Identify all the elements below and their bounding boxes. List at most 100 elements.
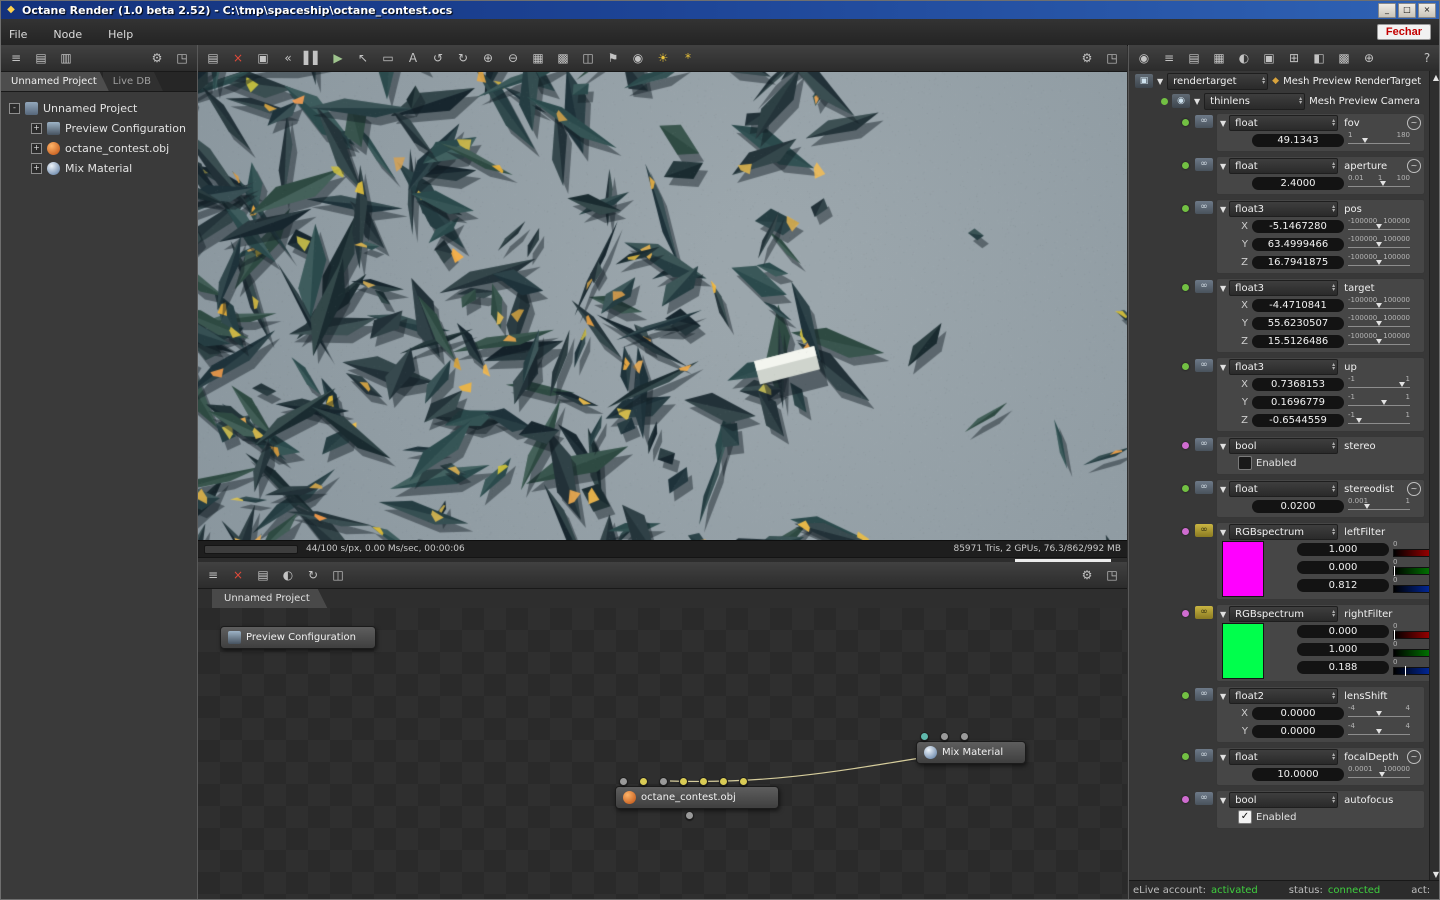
node-input-pin[interactable] [639,777,648,786]
spark-icon[interactable]: * [679,49,697,67]
preview-icon[interactable]: ◉ [1135,49,1153,67]
zoom-in-icon[interactable]: ⊕ [479,49,497,67]
slider-thumb-icon[interactable] [1376,303,1382,308]
image-icon[interactable]: ▣ [1260,49,1278,67]
link-icon[interactable]: ∞ [1195,688,1213,701]
animation-curve-icon[interactable]: ~ [1407,482,1421,496]
outline-icon[interactable]: ≡ [1160,49,1178,67]
slider-thumb-icon[interactable] [1398,382,1405,387]
link-icon[interactable]: ∞ [1195,792,1213,805]
graph-wrench-icon[interactable]: ⚙ [1078,566,1096,584]
pos-value-x[interactable]: -5.1467280 [1252,219,1344,233]
leftFilter-channel-slider-1[interactable]: 01 [1393,559,1430,576]
spinner-icon[interactable]: ▴ ▾ [1258,76,1265,86]
spinner-icon[interactable]: ▴ ▾ [1328,204,1335,214]
graph-tab[interactable]: Unnamed Project [212,589,328,609]
menu-file[interactable]: File [9,28,27,41]
aperture-value[interactable]: 2.4000 [1252,176,1344,190]
stereo-type-select[interactable]: bool ▴ ▾ [1229,438,1339,454]
leftFilter-channel-slider-2[interactable]: 01 [1393,577,1430,593]
link-icon[interactable]: ∞ [1195,606,1213,619]
help-icon[interactable]: ? [1418,49,1436,67]
slider-thumb-icon[interactable] [1376,224,1382,229]
inspector-scrollbar[interactable]: ▲ ▼ [1429,71,1439,881]
graph-stop-icon[interactable]: × [229,566,247,584]
region-render-icon[interactable]: ▭ [379,49,397,67]
rotate-cw-icon[interactable]: ↻ [454,49,472,67]
up-slider-x[interactable]: -1 1 [1348,376,1410,392]
copy-node-icon[interactable]: ▤ [32,49,50,67]
split-view-icon[interactable]: ◫ [579,49,597,67]
rendertarget-type-select[interactable]: rendertarget ▴ ▾ [1167,72,1269,90]
slider-thumb-icon[interactable] [1376,729,1382,734]
pos-type-select[interactable]: float3 ▴ ▾ [1229,201,1339,217]
node-input-pin[interactable] [699,777,708,786]
stop-render-icon[interactable]: × [229,49,247,67]
material-ball-icon[interactable]: ◐ [1235,49,1253,67]
slider-thumb-icon[interactable] [1379,772,1386,777]
expander-icon[interactable]: + [31,162,42,174]
render-image[interactable] [198,72,1127,540]
spinner-icon[interactable]: ▴ ▾ [1328,752,1335,762]
node-input-pin[interactable] [940,732,949,741]
target-value-x[interactable]: -4.4710841 [1252,298,1344,312]
grid-icon[interactable]: ▦ [1210,49,1228,67]
slider-thumb-icon[interactable] [1376,242,1382,247]
expand-panel-icon[interactable]: ◳ [173,49,191,67]
fechar-button[interactable]: Fechar [1376,24,1431,40]
leftFilter-value-2[interactable]: 0.812 [1297,578,1389,592]
slider-thumb-icon[interactable] [1376,339,1382,344]
slider-thumb-icon[interactable] [1405,666,1407,676]
focalDepth-value[interactable]: 10.0000 [1252,767,1344,781]
slider-thumb-icon[interactable] [1376,711,1382,716]
animation-curve-icon[interactable]: ~ [1407,116,1421,130]
aperture-type-select[interactable]: float ▴ ▾ [1229,158,1339,174]
link-icon[interactable]: ∞ [1195,481,1213,494]
pause-render-icon[interactable]: ▌▌ [304,49,322,67]
rightFilter-type-select[interactable]: RGBspectrum ▴ ▾ [1229,606,1339,622]
lensShift-value-x[interactable]: 0.0000 [1252,706,1344,720]
target-value-z[interactable]: 15.5126486 [1252,334,1344,348]
pos-value-z[interactable]: 16.7941875 [1252,255,1344,269]
slider-thumb-icon[interactable] [1376,260,1382,265]
spinner-icon[interactable]: ▴ ▾ [1328,441,1335,451]
lensShift-value-y[interactable]: 0.0000 [1252,724,1344,738]
maximize-button[interactable]: □ [1398,2,1416,18]
lensShift-type-select[interactable]: float2 ▴ ▾ [1229,688,1339,704]
collapse-icon[interactable]: ▼ [1220,442,1226,451]
add-node-icon[interactable]: ⊞ [1285,49,1303,67]
lensShift-slider-y[interactable]: -4 4 [1348,723,1410,739]
node-output-pin[interactable] [685,811,694,820]
collapse-icon[interactable]: ▼ [1220,610,1226,619]
copy-image-icon[interactable]: ▣ [254,49,272,67]
scroll-down-icon[interactable]: ▼ [1430,870,1439,879]
up-type-select[interactable]: float3 ▴ ▾ [1229,359,1339,375]
render-settings-wrench-icon[interactable]: ⚙ [1078,49,1096,67]
rightFilter-channel-slider-0[interactable]: 01 [1393,623,1430,640]
tab-live-db[interactable]: Live DB [103,72,163,91]
up-slider-z[interactable]: -1 1 [1348,412,1410,428]
target-slider-x[interactable]: -100000 100000 [1348,297,1410,313]
slider-thumb-icon[interactable] [1394,630,1395,640]
stereodist-slider[interactable]: 0.001 1 [1348,498,1410,514]
rightFilter-value-2[interactable]: 0.188 [1297,660,1389,674]
tree-item[interactable]: + Preview Configuration [1,118,197,138]
spinner-icon[interactable]: ▴ ▾ [1328,609,1335,619]
graph-layout-icon[interactable]: ≡ [204,566,222,584]
collapse-icon[interactable]: ▼ [1220,753,1226,762]
graph-node-mix-material[interactable]: Mix Material [916,741,1026,764]
expand-graph-icon[interactable]: ◳ [1103,566,1121,584]
expander-icon[interactable]: - [9,102,20,114]
stereo-checkbox[interactable] [1238,456,1252,470]
spinner-icon[interactable]: ▴ ▾ [1328,283,1335,293]
graph-material-icon[interactable]: ◐ [279,566,297,584]
leftFilter-value-0[interactable]: 1.000 [1297,542,1389,556]
collapse-icon[interactable]: ▼ [1157,77,1163,86]
slider-thumb-icon[interactable] [1363,504,1370,509]
target-slider-z[interactable]: -100000 100000 [1348,333,1410,349]
resume-render-icon[interactable]: ▶ [329,49,347,67]
graph-group-icon[interactable]: ◫ [329,566,347,584]
plus-icon[interactable]: ⊕ [1360,49,1378,67]
node-input-pin[interactable] [920,732,929,741]
target-type-select[interactable]: float3 ▴ ▾ [1229,280,1339,296]
